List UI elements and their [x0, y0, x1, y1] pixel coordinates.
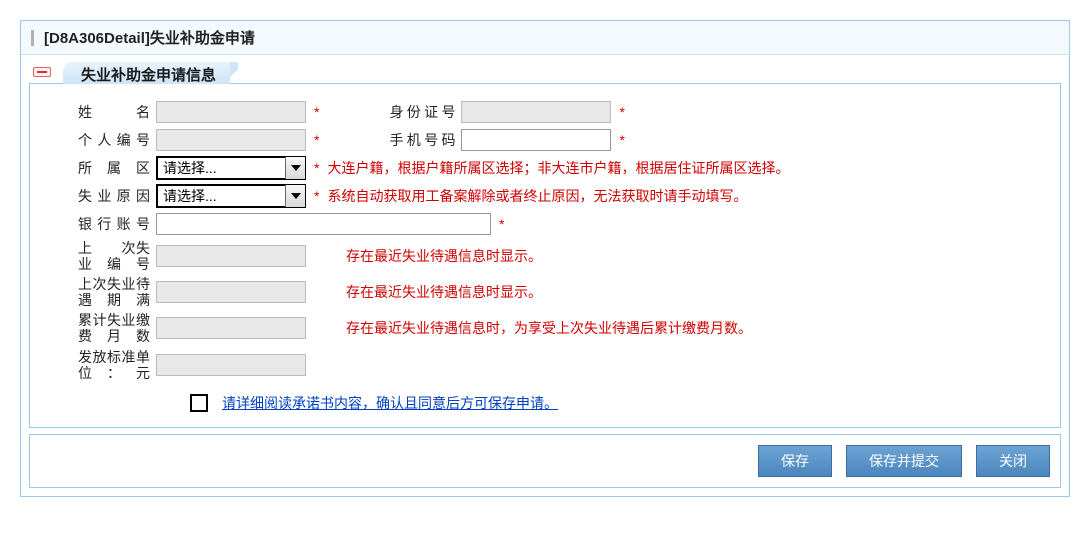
district-select-value: 请选择...: [163, 158, 217, 178]
name-input[interactable]: [156, 101, 306, 123]
section-header: 失业补助金申请信息: [29, 61, 1069, 83]
form-panel: 姓 名 * 身份证号 * 个人编号 * 手机号码 * 所 属 区 请选择... …: [29, 83, 1061, 428]
required-star: *: [314, 188, 319, 204]
district-hint: 大连户籍，根据户籍所属区选择；非大连市户籍，根据居住证所属区选择。: [327, 158, 789, 178]
required-star: *: [314, 132, 319, 148]
required-star: *: [314, 160, 319, 176]
label-pay-std: 发放标准单位：元: [78, 349, 156, 381]
title-bar: [D8A306Detail]失业补助金申请: [21, 21, 1069, 55]
label-last-unemp-no: 上 次失业编号: [78, 240, 156, 272]
required-star: *: [619, 132, 624, 148]
phone-input[interactable]: [461, 129, 611, 151]
person-no-input[interactable]: [156, 129, 306, 151]
pay-std-input: [156, 354, 306, 376]
accum-months-input: [156, 317, 306, 339]
last-unemp-end-hint: 存在最近失业待遇信息时显示。: [346, 282, 542, 302]
reason-select-value: 请选择...: [163, 186, 217, 206]
district-select[interactable]: 请选择...: [156, 156, 306, 180]
chevron-down-icon: [285, 157, 305, 179]
label-name: 姓 名: [78, 104, 156, 120]
label-person-no: 个人编号: [78, 132, 156, 148]
required-star: *: [314, 104, 319, 120]
label-district: 所 属 区: [78, 160, 156, 176]
close-button[interactable]: 关闭: [976, 445, 1050, 477]
label-phone: 手机号码: [389, 130, 461, 150]
window: [D8A306Detail]失业补助金申请 失业补助金申请信息 姓 名 * 身份…: [20, 20, 1070, 497]
chevron-down-icon: [285, 185, 305, 207]
required-star: *: [619, 104, 624, 120]
save-submit-button[interactable]: 保存并提交: [846, 445, 962, 477]
reason-select[interactable]: 请选择...: [156, 184, 306, 208]
required-star: *: [499, 216, 504, 232]
label-id-no: 身份证号: [389, 102, 461, 122]
last-unemp-no-input: [156, 245, 306, 267]
last-unemp-no-hint: 存在最近失业待遇信息时显示。: [346, 246, 542, 266]
last-unemp-end-input: [156, 281, 306, 303]
agree-checkbox[interactable]: [190, 394, 208, 412]
label-accum-months: 累计失业缴费月数: [78, 312, 156, 344]
reason-hint: 系统自动获取用工备案解除或者终止原因，无法获取时请手动填写。: [327, 186, 747, 206]
collapse-icon[interactable]: [33, 67, 51, 77]
accum-months-hint: 存在最近失业待遇信息时，为享受上次失业待遇后累计缴费月数。: [346, 318, 752, 338]
label-bank: 银行账号: [78, 216, 156, 232]
page-title: [D8A306Detail]失业补助金申请: [44, 27, 255, 48]
bank-input[interactable]: [156, 213, 491, 235]
save-button[interactable]: 保存: [758, 445, 832, 477]
label-reason: 失业原因: [78, 188, 156, 204]
title-accent: [31, 30, 34, 46]
section-title: 失业补助金申请信息: [81, 67, 216, 84]
id-no-input[interactable]: [461, 101, 611, 123]
label-last-unemp-end: 上次失业待遇期满: [78, 276, 156, 308]
button-bar: 保存 保存并提交 关闭: [29, 434, 1061, 488]
commitment-link[interactable]: 请详细阅读承诺书内容，确认且同意后方可保存申请。: [222, 393, 558, 413]
